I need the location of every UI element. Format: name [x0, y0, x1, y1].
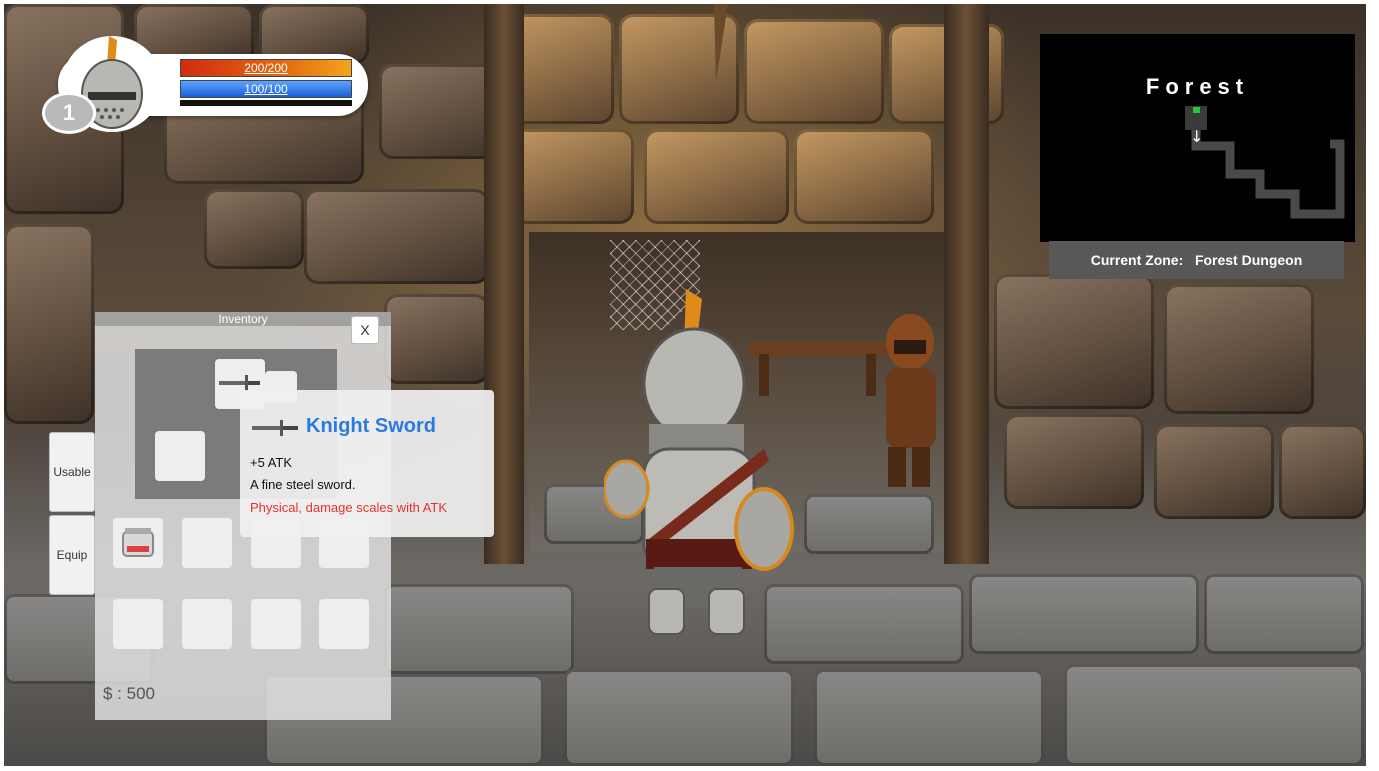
mana-text: 100/100 [244, 82, 288, 96]
inventory-slot[interactable] [113, 599, 163, 649]
current-zone-bar: Current Zone: Forest Dungeon [1049, 241, 1344, 279]
wall-stone [1154, 424, 1274, 519]
item-tooltip: Knight Sword +5 ATK A fine steel sword. … [240, 390, 494, 537]
inventory-tabs: Usable Equip [49, 432, 95, 598]
inventory-slot[interactable] [319, 599, 369, 649]
experience-bar [180, 100, 352, 106]
minimap-path: ↓ [1185, 106, 1345, 219]
zone-label: Current Zone: [1090, 252, 1184, 268]
player-marker [1193, 107, 1200, 113]
floor-tile [969, 574, 1199, 654]
player-knight [604, 289, 794, 635]
wall-stone [994, 274, 1154, 409]
inventory-slot[interactable] [113, 518, 163, 568]
tab-equip[interactable]: Equip [49, 515, 95, 595]
health-text: 200/200 [244, 61, 288, 75]
wall-stone [304, 189, 489, 284]
inventory-slot[interactable] [251, 599, 301, 649]
zone-name: Forest Dungeon [1194, 252, 1303, 268]
money-value: 500 [126, 684, 156, 703]
floor-tile [564, 669, 794, 766]
minimap[interactable]: Forest ↓ [1040, 34, 1355, 242]
floor-tile [384, 584, 574, 674]
wall-stone [1279, 424, 1366, 519]
wood-pillar [944, 4, 989, 564]
item-description: A fine steel sword. [250, 477, 356, 492]
armor-slot[interactable] [155, 431, 205, 481]
wall-stone [204, 189, 304, 269]
inventory-title: Inventory [95, 312, 391, 326]
down-arrow-icon: ↓ [1190, 127, 1203, 146]
money-display: $ : 500 [103, 684, 155, 704]
wall-stone [1164, 284, 1314, 414]
arch-stone [644, 129, 789, 224]
arch-stone [794, 129, 934, 224]
close-button[interactable]: X [351, 316, 379, 344]
wall-stone [384, 294, 489, 384]
item-name: Knight Sword [306, 415, 436, 437]
inventory-slot[interactable] [182, 518, 232, 568]
sword-icon [252, 420, 298, 436]
jar-icon [122, 528, 154, 557]
floor-tile [814, 669, 1044, 766]
floor-tile [1064, 664, 1364, 766]
tab-usable[interactable]: Usable [49, 432, 95, 512]
floor-tile [764, 584, 964, 664]
money-label: $ : [103, 684, 122, 703]
inventory-slot[interactable] [182, 599, 232, 649]
mana-bar: 100/100 [180, 80, 352, 98]
item-note: Physical, damage scales with ATK [250, 500, 448, 515]
health-bar: 200/200 [180, 59, 352, 77]
player-status-hud: 200/200 100/100 1 [40, 14, 370, 134]
wall-stone [1004, 414, 1144, 509]
wall-stone [4, 224, 94, 424]
arch-stone [744, 19, 884, 124]
item-stat: +5 ATK [250, 455, 293, 470]
npc-bandit [886, 314, 936, 487]
level-badge: 1 [42, 92, 96, 134]
floor-tile [804, 494, 934, 554]
floor-tile [1204, 574, 1364, 654]
hanging-spike [714, 4, 728, 82]
